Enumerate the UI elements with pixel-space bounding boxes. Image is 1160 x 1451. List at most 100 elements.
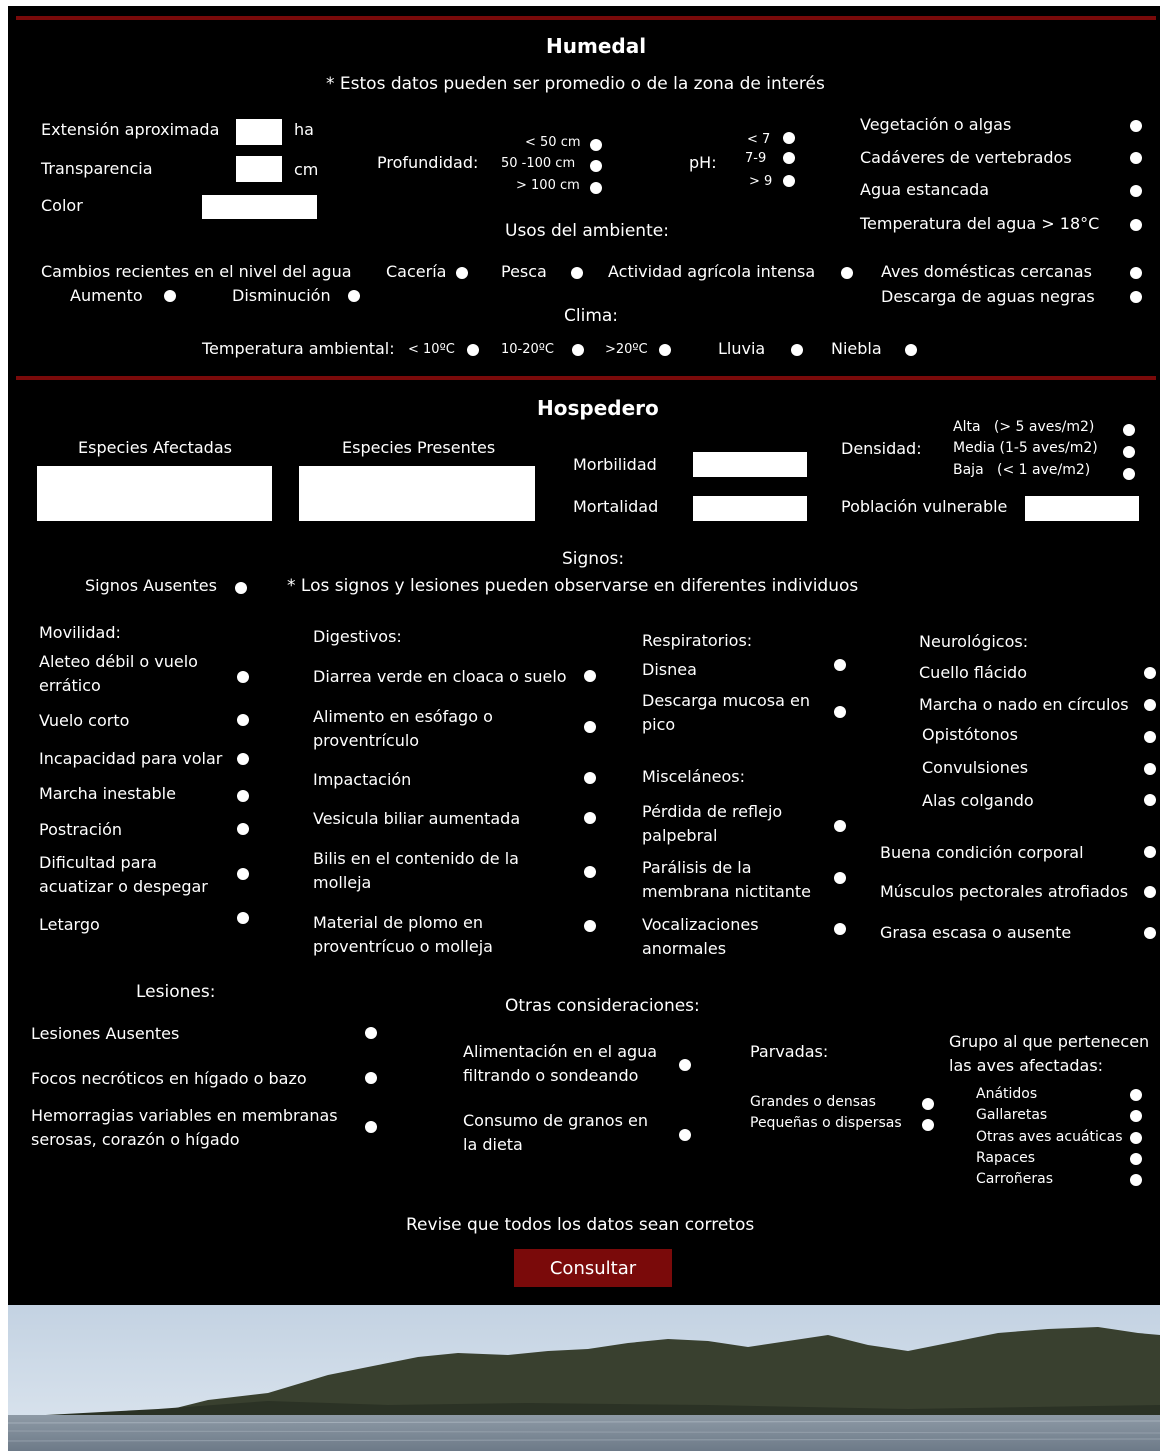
temperatura-option-label: 10-20ºC [501,342,554,357]
densidad-label: Densidad: [841,439,922,458]
sign-label: Incapacidad para volar [39,749,223,768]
sign-checkbox[interactable] [1144,794,1156,806]
sign-checkbox[interactable] [584,670,596,682]
alimentacion-checkbox[interactable] [679,1059,691,1071]
grupo-checkbox[interactable] [1130,1153,1142,1165]
movilidad-title: Movilidad: [39,623,121,642]
sign-checkbox[interactable] [1144,731,1156,743]
temperatura-radio[interactable] [467,344,479,356]
densidad-option-label: Media (1-5 aves/m2) [953,440,1098,456]
transparencia-input[interactable] [236,156,282,182]
parvadas-radio[interactable] [922,1119,934,1131]
sign-checkbox[interactable] [584,772,596,784]
caceria-label: Cacería [386,262,447,281]
sign-checkbox[interactable] [834,872,846,884]
densidad-radio[interactable] [1123,424,1135,436]
profundidad-radio[interactable] [590,182,602,194]
lake-landscape-image [8,1305,1160,1451]
grupo-checkbox[interactable] [1130,1132,1142,1144]
sign-checkbox[interactable] [237,714,249,726]
profundidad-radio[interactable] [590,139,602,151]
color-input[interactable] [202,195,317,219]
condicion-label: Músculos pectorales atrofiados [880,882,1129,901]
signos-note: * Los signos y lesiones pueden observars… [287,576,859,596]
ph-radio[interactable] [783,132,795,144]
grupo-checkbox[interactable] [1130,1089,1142,1101]
sign-checkbox[interactable] [1144,667,1156,679]
sign-checkbox[interactable] [1144,763,1156,775]
sign-checkbox[interactable] [584,920,596,932]
lesion-label: Lesiones Ausentes [31,1024,180,1043]
sign-label: Alimento en esófago o proventrículo [313,707,493,750]
alimentacion-checkbox[interactable] [679,1129,691,1141]
ph-radio[interactable] [783,175,795,187]
sign-label: Convulsiones [922,758,1029,777]
condicion-label: Grasa escasa o ausente [880,923,1072,942]
extension-input[interactable] [236,119,282,145]
profundidad-radio[interactable] [590,160,602,172]
sign-checkbox[interactable] [834,820,846,832]
densidad-option-label: Baja (< 1 ave/m2) [953,462,1091,478]
vegetacion-checkbox[interactable] [1130,120,1142,132]
temperatura-ambiental-label: Temperatura ambiental: [202,339,395,358]
sign-checkbox[interactable] [834,923,846,935]
disminucion-radio[interactable] [348,290,360,302]
sign-checkbox[interactable] [237,753,249,765]
lluvia-checkbox[interactable] [791,344,803,356]
sign-checkbox[interactable] [237,823,249,835]
aves-domesticas-checkbox[interactable] [1130,267,1142,279]
cambios-nivel-label: Cambios recientes en el nivel del agua [41,262,352,281]
grupo-checkbox[interactable] [1130,1174,1142,1186]
sign-checkbox[interactable] [237,790,249,802]
sign-checkbox[interactable] [1144,699,1156,711]
temperatura-radio[interactable] [659,344,671,356]
sign-checkbox[interactable] [584,721,596,733]
niebla-checkbox[interactable] [905,344,917,356]
densidad-radio[interactable] [1123,468,1135,480]
sign-checkbox[interactable] [834,659,846,671]
pesca-checkbox[interactable] [571,267,583,279]
aumento-radio[interactable] [164,290,176,302]
poblacion-vulnerable-label: Población vulnerable [841,497,1008,516]
condicion-checkbox[interactable] [1144,846,1156,858]
sign-label: Marcha inestable [39,784,176,803]
temperatura-radio[interactable] [572,344,584,356]
sign-checkbox[interactable] [237,912,249,924]
poblacion-vulnerable-input[interactable] [1025,496,1139,521]
alimentacion-label: Alimentación en el agua filtrando o sond… [463,1042,658,1085]
descarga-aguas-checkbox[interactable] [1130,291,1142,303]
especies-presentes-label: Especies Presentes [342,438,496,457]
sign-checkbox[interactable] [237,671,249,683]
grupo-checkbox[interactable] [1130,1110,1142,1122]
ph-radio[interactable] [783,152,795,164]
densidad-radio[interactable] [1123,446,1135,458]
lesion-checkbox[interactable] [365,1072,377,1084]
ph-option-label: 7-9 [745,151,767,166]
especies-afectadas-input[interactable] [37,466,272,521]
sign-checkbox[interactable] [834,706,846,718]
otras-title: Otras consideraciones: [505,996,700,1016]
signos-ausentes-checkbox[interactable] [235,582,247,594]
caceria-checkbox[interactable] [456,267,468,279]
mortalidad-label: Mortalidad [573,497,659,516]
agua-estancada-checkbox[interactable] [1130,185,1142,197]
sign-checkbox[interactable] [584,866,596,878]
lesion-checkbox[interactable] [365,1027,377,1039]
lesion-checkbox[interactable] [365,1121,377,1133]
mortalidad-input[interactable] [693,496,807,521]
profundidad-label: Profundidad: [377,153,479,172]
sign-checkbox[interactable] [584,812,596,824]
condicion-checkbox[interactable] [1144,927,1156,939]
sign-label: Opistótonos [922,725,1018,744]
sign-checkbox[interactable] [237,868,249,880]
actividad-agricola-checkbox[interactable] [841,267,853,279]
parvadas-radio[interactable] [922,1098,934,1110]
morbilidad-input[interactable] [693,452,807,477]
condicion-checkbox[interactable] [1144,886,1156,898]
cadaveres-checkbox[interactable] [1130,152,1142,164]
especies-presentes-input[interactable] [299,466,535,521]
section-divider [16,376,1156,380]
consultar-button[interactable]: Consultar [514,1249,672,1287]
respiratorios-title: Respiratorios: [642,631,753,650]
temperatura-agua-checkbox[interactable] [1130,219,1142,231]
